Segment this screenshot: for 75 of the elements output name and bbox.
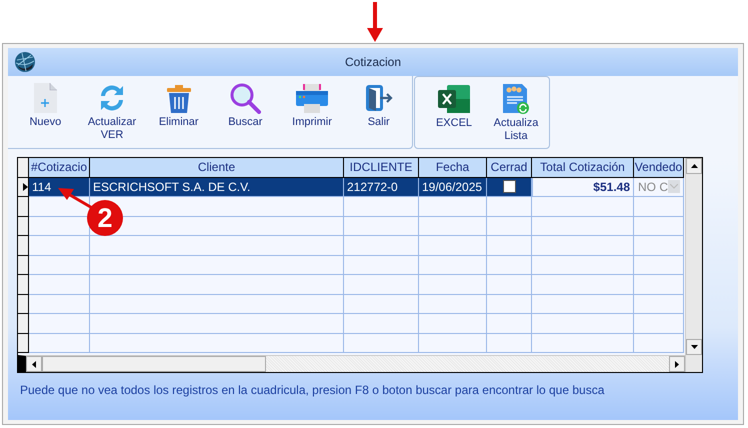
- toolbar-button[interactable]: Nuevo: [12, 82, 79, 129]
- row-header[interactable]: [18, 314, 29, 334]
- spreadsheet-icon: [437, 83, 471, 115]
- exit-door-icon: [364, 82, 394, 114]
- empty-cell: [419, 236, 487, 256]
- down-arrow: [366, 2, 384, 42]
- empty-cell: [487, 314, 532, 334]
- column-header[interactable]: IDCLIENTE: [344, 158, 419, 178]
- empty-cell: [487, 275, 532, 294]
- empty-cell: [487, 294, 532, 314]
- scroll-thumb[interactable]: [42, 356, 266, 372]
- table-cell: ESCRICHSOFT S.A. DE C.V.: [90, 178, 344, 197]
- column-header[interactable]: Vendedo: [634, 158, 684, 178]
- column-header[interactable]: Fecha: [419, 158, 487, 178]
- row-header[interactable]: [18, 197, 29, 216]
- empty-cell: [487, 334, 532, 353]
- people-list-icon: [501, 83, 531, 115]
- empty-cell: [634, 216, 684, 236]
- column-header[interactable]: Total Cotización: [532, 158, 634, 178]
- empty-cell: [419, 216, 487, 236]
- toolbar-button[interactable]: Salir: [345, 82, 412, 129]
- trash-icon: [164, 82, 193, 114]
- toolbar-button[interactable]: Imprimir: [278, 82, 346, 129]
- empty-cell: [487, 236, 532, 256]
- window-title: Cotizacion: [344, 55, 402, 69]
- scroll-right-button[interactable]: [669, 356, 686, 372]
- row-header[interactable]: [18, 236, 29, 256]
- row-header[interactable]: [18, 294, 29, 314]
- empty-cell: [419, 294, 487, 314]
- checkbox[interactable]: [502, 180, 516, 194]
- row-header[interactable]: [18, 216, 29, 236]
- left-triangle-icon: [32, 360, 36, 368]
- empty-cell: [634, 314, 684, 334]
- column-header[interactable]: Cerrad: [487, 158, 532, 178]
- empty-cell: [419, 256, 487, 275]
- printer-icon: [295, 82, 330, 114]
- row-header[interactable]: [18, 256, 29, 275]
- scroll-down-button[interactable]: [686, 339, 702, 355]
- vertical-scrollbar[interactable]: [685, 158, 702, 372]
- empty-cell: [487, 216, 532, 236]
- table-cell: 19/06/2025: [419, 178, 487, 197]
- hint-message: Puede que no vea todos los registros en la cuadricula, presion F8 o boton buscar para encontrar lo que busca: [20, 383, 606, 397]
- document-plus-icon: [32, 82, 58, 114]
- row-header[interactable]: [18, 178, 29, 197]
- dropdown-value: NO C: [637, 178, 668, 196]
- scroll-left-button[interactable]: [26, 356, 42, 372]
- horizontal-scrollbar[interactable]: [18, 355, 686, 372]
- column-header[interactable]: #Cotizacio: [29, 158, 90, 178]
- table-cell: 212772-0: [344, 178, 419, 197]
- scroll-up-button[interactable]: [686, 158, 702, 174]
- empty-cell: [634, 294, 684, 314]
- column-header[interactable]: Cliente: [90, 158, 344, 178]
- empty-cell: [419, 334, 487, 353]
- toolbar-button[interactable]: Eliminar: [145, 82, 212, 129]
- chevron-down-icon: [670, 184, 678, 190]
- empty-cell: [634, 256, 684, 275]
- toolbar-button[interactable]: EXCEL: [423, 83, 485, 130]
- up-triangle-icon: [690, 164, 698, 168]
- empty-cell: [634, 334, 684, 353]
- empty-cell: [419, 197, 487, 216]
- down-triangle-icon: [690, 345, 698, 349]
- empty-cell: [634, 275, 684, 294]
- empty-cell: [419, 275, 487, 294]
- empty-cell: [487, 256, 532, 275]
- row-header[interactable]: [18, 275, 29, 294]
- search-icon: [229, 82, 262, 114]
- row-header[interactable]: [18, 334, 29, 353]
- globe-icon: [14, 51, 36, 73]
- toolbar-button[interactable]: Buscar: [212, 82, 279, 129]
- empty-cell: [419, 314, 487, 334]
- toolbar-button[interactable]: Actualizar VER: [78, 82, 146, 142]
- toolbar-button[interactable]: Actualiza Lista: [485, 83, 547, 143]
- empty-cell: [634, 236, 684, 256]
- table-cell: $51.48: [532, 178, 634, 197]
- right-triangle-icon: [675, 360, 680, 368]
